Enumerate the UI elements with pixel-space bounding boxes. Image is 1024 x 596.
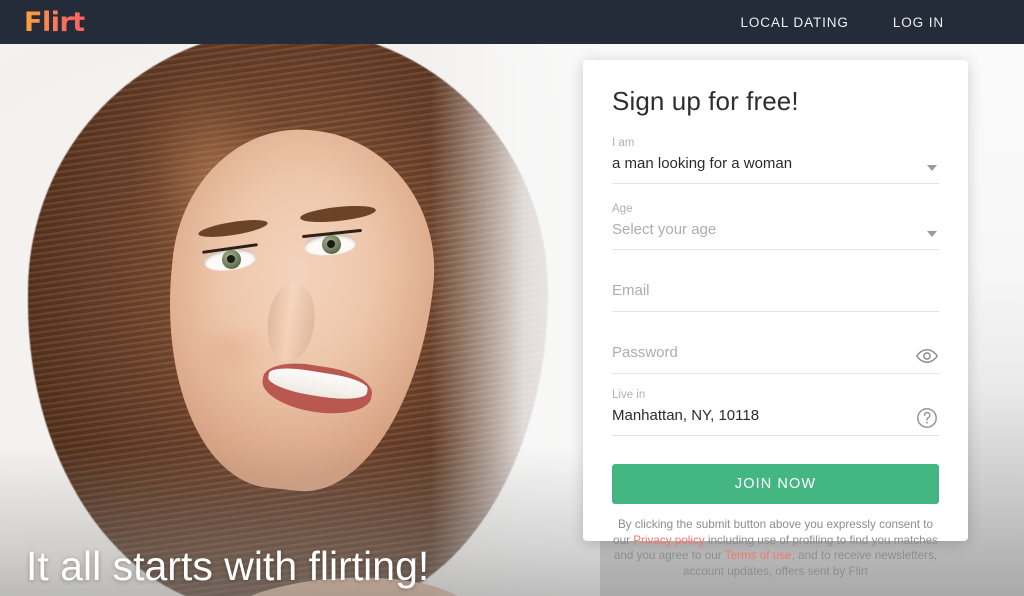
field-live-in[interactable]: Live in Manhattan, NY, 10118 (612, 388, 939, 436)
join-now-button[interactable]: JOIN NOW (612, 464, 939, 504)
hero-tagline: It all starts with flirting! (26, 543, 430, 589)
signup-card: Sign up for free! I am a man looking for… (583, 60, 968, 578)
hero-photo (0, 44, 600, 596)
privacy-policy-link[interactable]: Privacy policy (633, 534, 704, 547)
site-header: Flirt LOCAL DATING LOG IN (0, 0, 1024, 44)
photo-cheek (196, 322, 274, 378)
chevron-down-icon[interactable] (927, 231, 937, 237)
photo-pupil-left (227, 255, 235, 263)
select-age[interactable]: Select your age (612, 216, 939, 250)
field-age[interactable]: Age Select your age (612, 202, 939, 250)
select-i-am[interactable]: a man looking for a woman (612, 150, 939, 184)
eye-icon[interactable] (915, 344, 939, 368)
nav-link-log-in[interactable]: LOG IN (893, 15, 944, 30)
chevron-down-icon[interactable] (927, 165, 937, 171)
signup-title: Sign up for free! (612, 86, 799, 116)
signup-disclaimer: By clicking the submit button above you … (612, 517, 939, 579)
terms-of-use-link[interactable]: Terms of use (725, 549, 792, 562)
photo-pupil-right (327, 240, 335, 248)
field-label-age: Age (612, 203, 633, 215)
landing-page: Flirt LOCAL DATING LOG IN It all starts … (0, 0, 1024, 596)
field-label-live-in: Live in (612, 389, 646, 401)
field-password[interactable]: Password (612, 338, 939, 374)
field-label-i-am: I am (612, 137, 635, 149)
main-nav: LOCAL DATING LOG IN (741, 15, 1024, 30)
live-in-input[interactable]: Manhattan, NY, 10118 (612, 402, 939, 436)
site-logo[interactable]: Flirt (24, 7, 85, 38)
help-circle-icon[interactable] (915, 406, 939, 430)
password-input[interactable]: Password (612, 338, 939, 374)
field-email[interactable]: Email (612, 276, 939, 312)
field-i-am[interactable]: I am a man looking for a woman (612, 136, 939, 184)
email-input[interactable]: Email (612, 276, 939, 312)
nav-link-local-dating[interactable]: LOCAL DATING (741, 15, 849, 30)
